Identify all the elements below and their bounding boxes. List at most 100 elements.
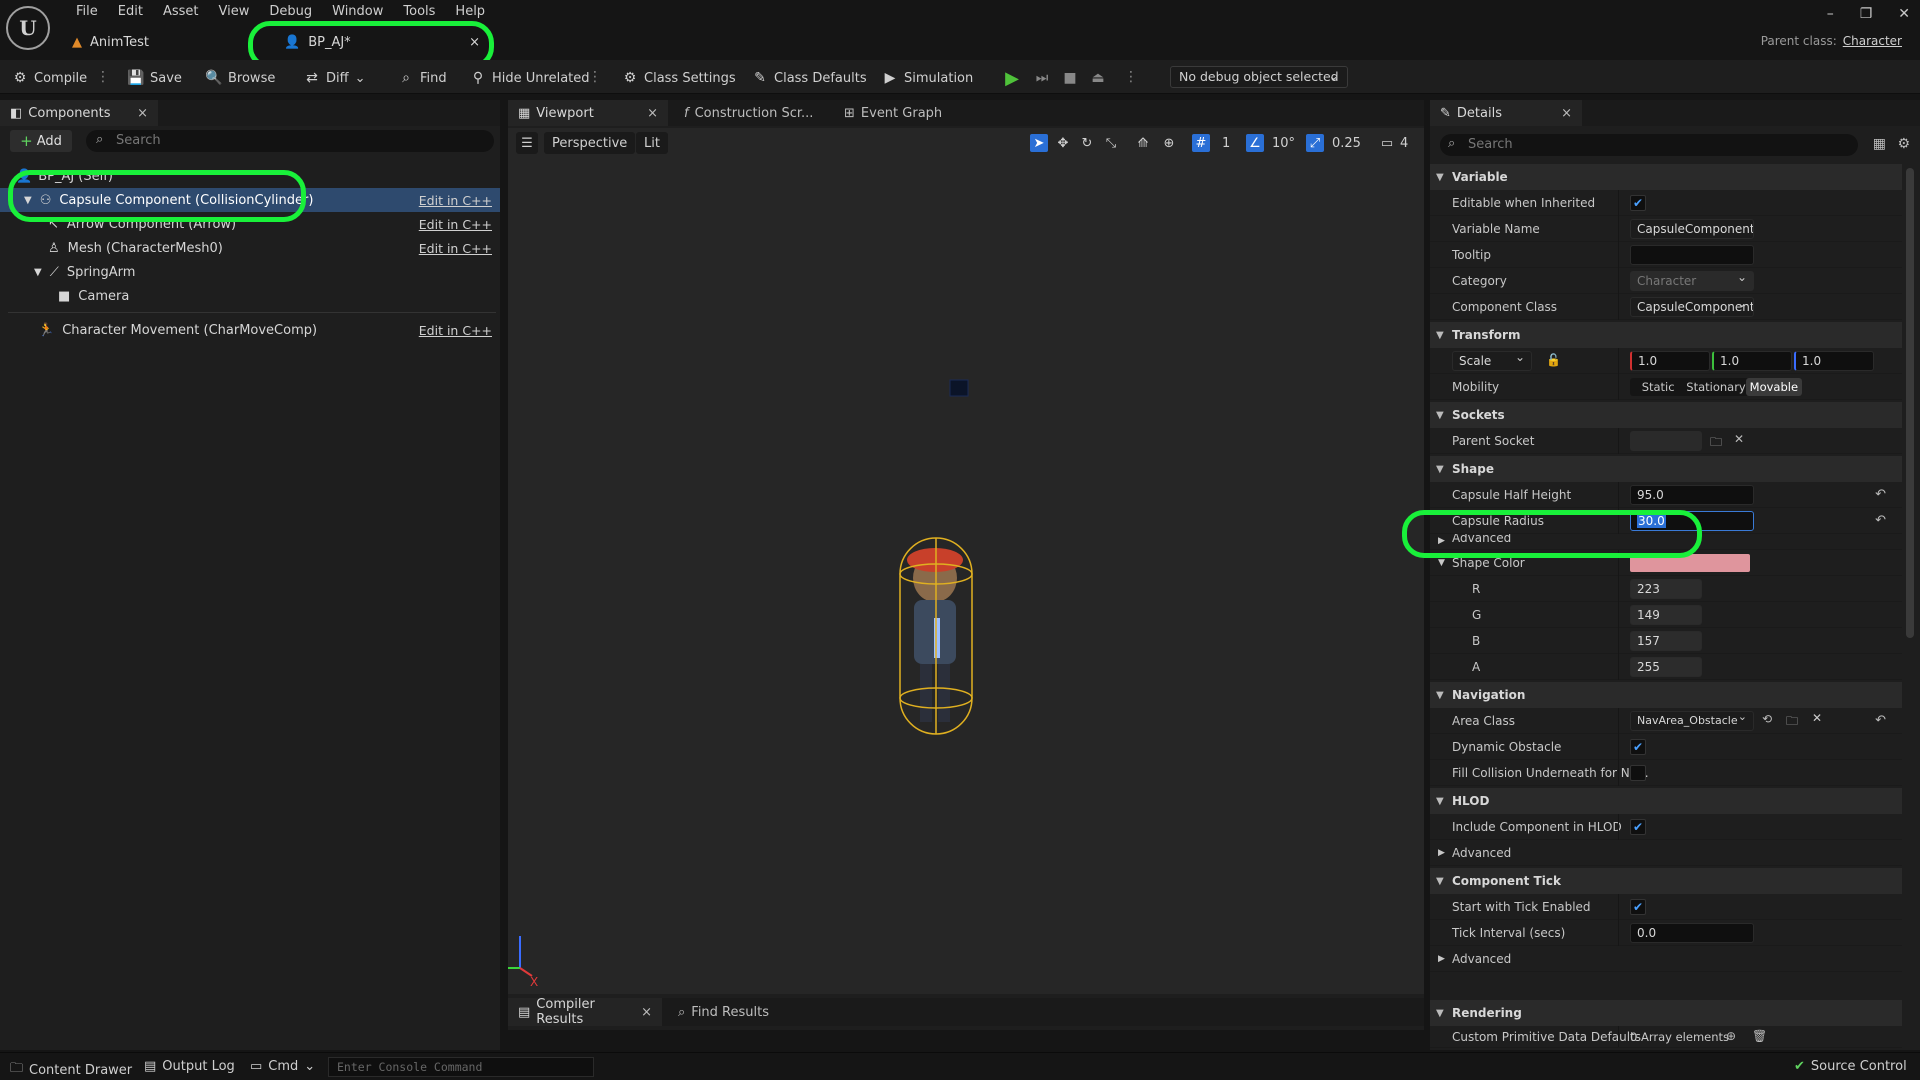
perspective-button[interactable]: Perspective [544,132,636,154]
close-icon[interactable]: × [1561,106,1572,121]
browse-socket-icon[interactable]: 🗀 [1710,433,1722,454]
tab-construction-script[interactable]: f Construction Scr... [674,100,823,126]
section-transform[interactable]: ▼ Transform [1430,322,1902,348]
scale-snap-value[interactable]: 0.25 [1332,136,1361,151]
lit-button[interactable]: Lit [636,132,668,154]
clear-icon[interactable]: ✕ [1734,432,1744,446]
unreal-logo-icon[interactable]: U [6,6,50,50]
mobility-stationary[interactable]: Stationary [1686,378,1745,396]
prop-advanced-tick[interactable]: ▶ Advanced [1430,946,1902,972]
tab-animtest[interactable]: ▲ AnimTest [72,30,149,54]
add-element-icon[interactable]: ⊕ [1726,1029,1736,1043]
close-window-icon[interactable]: ✕ [1898,6,1910,22]
details-scrollbar[interactable] [1906,168,1914,638]
stop-button[interactable]: ■ [1062,67,1078,89]
close-icon[interactable]: × [641,1005,652,1020]
reset-to-default-icon[interactable]: ↶ [1875,487,1886,502]
section-variable[interactable]: ▼ Variable [1430,164,1902,190]
eject-button[interactable]: ⏏ [1090,67,1106,89]
compile-options-icon[interactable]: ⋮ [96,68,110,86]
class-settings-button[interactable]: ⚙ Class Settings [622,67,736,89]
scale-x-field[interactable]: 1.0 [1630,351,1710,371]
menu-file[interactable]: File [66,2,108,21]
scale-z-field[interactable]: 1.0 [1794,351,1874,371]
section-sockets[interactable]: ▼ Sockets [1430,402,1902,428]
menu-tools[interactable]: Tools [393,2,445,21]
cmd-select[interactable]: ▭ Cmd ⌄ [250,1059,315,1074]
menu-view[interactable]: View [209,2,260,21]
tooltip-field[interactable] [1630,245,1754,265]
use-selected-icon[interactable]: ⟲ [1762,712,1772,726]
component-camera[interactable]: ■ Camera [0,284,500,308]
color-r-field[interactable]: 223 [1630,579,1702,599]
tab-details[interactable]: ✎ Details × [1430,100,1582,126]
viewport-menu-button[interactable]: ☰ [516,132,538,154]
edit-in-cpp-link[interactable]: Edit in C++ [419,323,492,338]
fill-collision-checkbox[interactable] [1630,765,1646,781]
reset-to-default-icon[interactable]: ↶ [1875,513,1886,528]
component-springarm[interactable]: ▼ ⟋ SpringArm [0,260,500,284]
play-options-icon[interactable]: ⋮ [1124,68,1138,86]
find-button[interactable]: ⌕ Find [398,67,447,89]
section-component-tick[interactable]: ▼ Component Tick [1430,868,1902,894]
play-button[interactable]: ▶ [1004,67,1020,89]
mobility-static[interactable]: Static [1630,378,1686,396]
scale-y-field[interactable]: 1.0 [1712,351,1792,371]
parent-class-link[interactable]: Character [1843,34,1902,48]
more-options-icon[interactable]: ⋮ [588,68,602,86]
component-mesh[interactable]: ♙ Mesh (CharacterMesh0) Edit in C++ [0,236,500,260]
section-hlod[interactable]: ▼ HLOD [1430,788,1902,814]
component-class-select[interactable]: CapsuleComponent [1630,297,1754,317]
category-select[interactable]: Character [1630,271,1754,291]
source-control-button[interactable]: ✔ Source Control [1794,1059,1907,1074]
section-shape[interactable]: ▼ Shape [1430,456,1902,482]
variable-name-field[interactable]: CapsuleComponent [1630,219,1754,239]
simulation-button[interactable]: ▶ Simulation [882,67,974,89]
tick-interval-field[interactable]: 0.0 [1630,923,1754,943]
debug-object-select[interactable]: No debug object selected ⌄ [1170,66,1348,88]
tab-event-graph[interactable]: ⊞ Event Graph [834,100,952,126]
content-drawer-button[interactable]: 🗀 Content Drawer [10,1059,132,1080]
rotation-snap-value[interactable]: 10° [1272,136,1295,151]
component-charmove[interactable]: 🏃 Character Movement (CharMoveComp) Edit… [0,318,500,342]
edit-in-cpp-link[interactable]: Edit in C++ [419,241,492,256]
include-hlod-checkbox[interactable]: ✔ [1630,819,1646,835]
trash-icon[interactable]: 🗑 [1752,1029,1767,1043]
console-command-input[interactable]: Enter Console Command [328,1057,594,1077]
clear-icon[interactable]: ✕ [1812,711,1822,725]
section-navigation[interactable]: ▼ Navigation [1430,682,1902,708]
restore-icon[interactable]: ❐ [1860,6,1873,22]
reset-to-default-icon[interactable]: ↶ [1875,713,1886,728]
scale-tool[interactable]: ⤡ [1102,132,1120,154]
viewport-canvas[interactable]: X [508,128,1424,994]
dynamic-obstacle-checkbox[interactable]: ✔ [1630,739,1646,755]
details-search-input[interactable]: ⌕ Search [1440,134,1858,156]
menu-debug[interactable]: Debug [259,2,322,21]
color-a-field[interactable]: 255 [1630,657,1702,677]
world-local-toggle[interactable]: ⊕ [1160,132,1178,154]
editable-inherited-checkbox[interactable]: ✔ [1630,195,1646,211]
menu-help[interactable]: Help [445,2,495,21]
add-component-button[interactable]: + Add [10,130,72,152]
grid-snap-value[interactable]: 1 [1222,136,1230,151]
output-log-button[interactable]: ▤ Output Log [144,1059,235,1074]
lock-icon[interactable]: 🔓 [1546,353,1561,367]
scale-snap-toggle[interactable]: ⤢ 0.25 [1306,132,1361,154]
prop-advanced-hlod[interactable]: ▶ Advanced [1430,840,1902,866]
rotation-snap-toggle[interactable]: ∠ 10° [1246,132,1295,154]
close-icon[interactable]: × [137,106,148,121]
camera-speed-button[interactable]: ▭ 4 [1378,132,1408,154]
menu-edit[interactable]: Edit [108,2,153,21]
browse-button[interactable]: 🔍 Browse [205,67,275,89]
rotate-tool[interactable]: ↻ [1078,132,1096,154]
grid-snap-toggle[interactable]: #1 [1192,132,1230,154]
half-height-field[interactable]: 95.0 [1630,485,1754,505]
translate-tool[interactable]: ✥ [1054,132,1072,154]
area-class-select[interactable]: NavArea_Obstacle [1630,711,1754,731]
hide-unrelated-button[interactable]: ⚲ Hide Unrelated [470,67,590,89]
expand-icon[interactable]: ▼ [34,267,42,278]
tab-components[interactable]: ◧ Components × [0,100,158,126]
edit-in-cpp-link[interactable]: Edit in C++ [419,193,492,208]
close-icon[interactable]: × [647,106,658,121]
table-view-icon[interactable]: ▦ [1873,136,1886,152]
